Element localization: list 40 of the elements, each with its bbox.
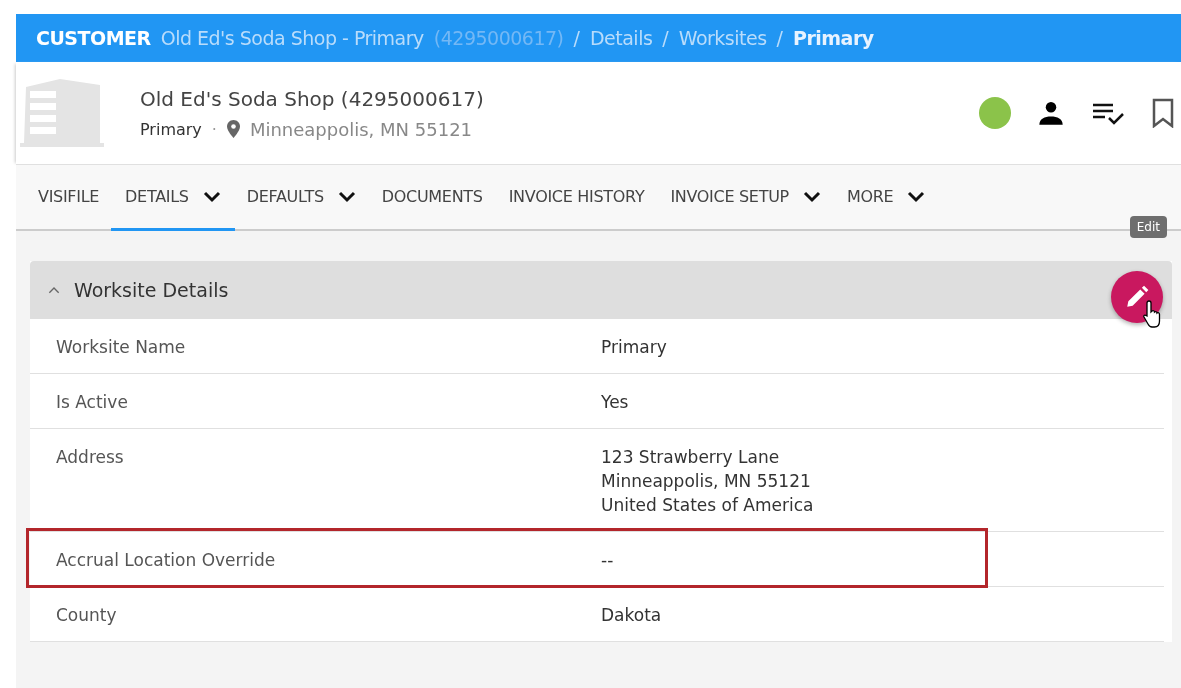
dropdown-caret-icon <box>337 190 356 203</box>
nav-tab[interactable]: MORE <box>832 165 940 231</box>
breadcrumb-separator: / <box>776 27 783 49</box>
section-label: CUSTOMER <box>36 27 151 49</box>
panel-title: Worksite Details <box>74 279 229 301</box>
field-label: County <box>56 605 118 625</box>
dot-separator: · <box>211 119 217 139</box>
field-value: 123 Strawberry Lane <box>601 447 781 467</box>
nav-tab[interactable]: INVOICE SETUP <box>656 165 835 231</box>
field-value: Yes <box>601 392 630 412</box>
person-icon[interactable] <box>1037 99 1065 127</box>
dropdown-caret-icon <box>802 190 821 203</box>
nav-tab[interactable]: DOCUMENTS <box>367 165 497 231</box>
field-value: -- <box>601 550 615 570</box>
pencil-icon <box>1124 284 1150 310</box>
field-label: Address <box>56 447 125 469</box>
field-label: Accrual Location Override <box>56 550 277 570</box>
field-value: Primary <box>601 337 668 357</box>
building-icon <box>20 79 106 147</box>
bookmark-icon[interactable] <box>1151 98 1175 128</box>
field-value: Dakota <box>601 605 663 625</box>
location-pin-icon <box>226 120 240 138</box>
breadcrumb-separator: / <box>573 27 580 49</box>
customer-id: (4295000617) <box>433 27 564 49</box>
nav-tab[interactable]: VISIFILE <box>24 165 114 231</box>
field-value: United States of America <box>601 495 815 515</box>
collapse-caret-icon <box>48 286 60 294</box>
dropdown-caret-icon <box>907 190 926 203</box>
worksite-label: Primary <box>140 119 202 139</box>
location-text: Minneappolis, MN 55121 <box>249 118 473 140</box>
panel-header[interactable]: Worksite Details <box>30 261 1172 319</box>
field-label: Is Active <box>56 392 129 412</box>
customer-title: Old Ed's Soda Shop (4295000617) <box>140 86 485 111</box>
breadcrumb-separator: / <box>662 27 669 49</box>
nav-tab[interactable]: DEFAULTS <box>232 165 370 231</box>
field-label: Worksite Name <box>56 337 187 357</box>
nav-tab[interactable]: INVOICE HISTORY <box>494 165 659 231</box>
tooltip: Edit <box>1129 216 1167 238</box>
field-value: Minneappolis, MN 55121 <box>601 471 812 491</box>
dropdown-caret-icon <box>202 190 221 203</box>
